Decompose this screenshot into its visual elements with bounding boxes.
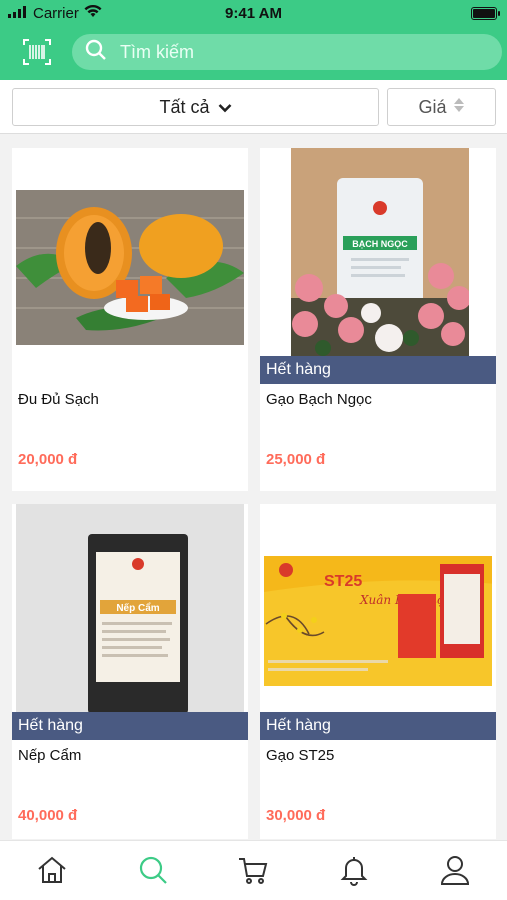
status-time: 9:41 AM xyxy=(225,5,282,22)
product-name: Gạo ST25 xyxy=(266,747,335,764)
price-sort-label: Giá xyxy=(418,96,447,117)
product-name: Gạo Bạch Ngọc xyxy=(266,391,372,408)
nav-notifications[interactable] xyxy=(336,854,372,890)
search-icon xyxy=(84,38,108,67)
product-card[interactable]: Nếp Cẩm Hết hàng Nếp Cẩm 40,000 đ xyxy=(12,504,248,839)
user-icon xyxy=(439,854,471,891)
out-of-stock-badge: Hết hàng xyxy=(260,356,496,384)
product-card[interactable]: BẠCH NGỌC Hết hàng Gạo Bạch Ngọc 25,000 … xyxy=(260,148,496,491)
nav-search[interactable] xyxy=(135,854,171,890)
product-image: BẠCH NGỌC xyxy=(291,148,469,384)
search-icon xyxy=(137,854,169,891)
filter-bar: Tất cả Giá xyxy=(0,80,507,134)
home-icon xyxy=(36,854,68,891)
price-sort-button[interactable]: Giá xyxy=(387,88,496,126)
banner-title-text: ST25 xyxy=(324,573,362,590)
bottom-nav xyxy=(0,840,507,900)
cart-icon xyxy=(237,854,269,891)
nav-account[interactable] xyxy=(437,854,473,890)
out-of-stock-badge: Hết hàng xyxy=(12,712,248,740)
product-card[interactable]: Đu Đủ Sạch 20,000 đ xyxy=(12,148,248,491)
product-card[interactable]: ST25 Xuân Phúc Lộc Hết hàng Gạo ST25 30,… xyxy=(260,504,496,839)
product-image: Nếp Cẩm xyxy=(16,504,244,740)
bag-title-text: Nếp Cẩm xyxy=(116,602,159,614)
barcode-icon xyxy=(22,39,52,71)
status-bar: Carrier 9:41 AM xyxy=(0,0,507,28)
product-image: ST25 Xuân Phúc Lộc xyxy=(264,504,492,740)
nav-home[interactable] xyxy=(34,854,70,890)
barcode-scan-button[interactable] xyxy=(22,37,52,67)
nav-cart[interactable] xyxy=(235,854,271,890)
product-price: 25,000 đ xyxy=(266,451,326,468)
search-input[interactable] xyxy=(120,41,460,63)
category-filter-label: Tất cả xyxy=(159,96,210,117)
product-name: Nếp Cẩm xyxy=(18,747,82,764)
product-price: 40,000 đ xyxy=(18,807,78,824)
category-filter-button[interactable]: Tất cả xyxy=(12,88,379,126)
out-of-stock-badge: Hết hàng xyxy=(260,712,496,740)
product-price: 30,000 đ xyxy=(266,807,326,824)
app-header: Carrier 9:41 AM xyxy=(0,0,507,80)
product-image xyxy=(16,148,244,384)
chevron-down-icon xyxy=(218,97,232,118)
search-bar[interactable] xyxy=(72,34,502,70)
battery-icon xyxy=(471,7,500,20)
bag-title-text: BẠCH NGỌC xyxy=(352,239,408,249)
product-price: 20,000 đ xyxy=(18,451,78,468)
sort-icon xyxy=(453,97,465,118)
bell-icon xyxy=(338,854,370,891)
product-name: Đu Đủ Sạch xyxy=(18,391,99,408)
